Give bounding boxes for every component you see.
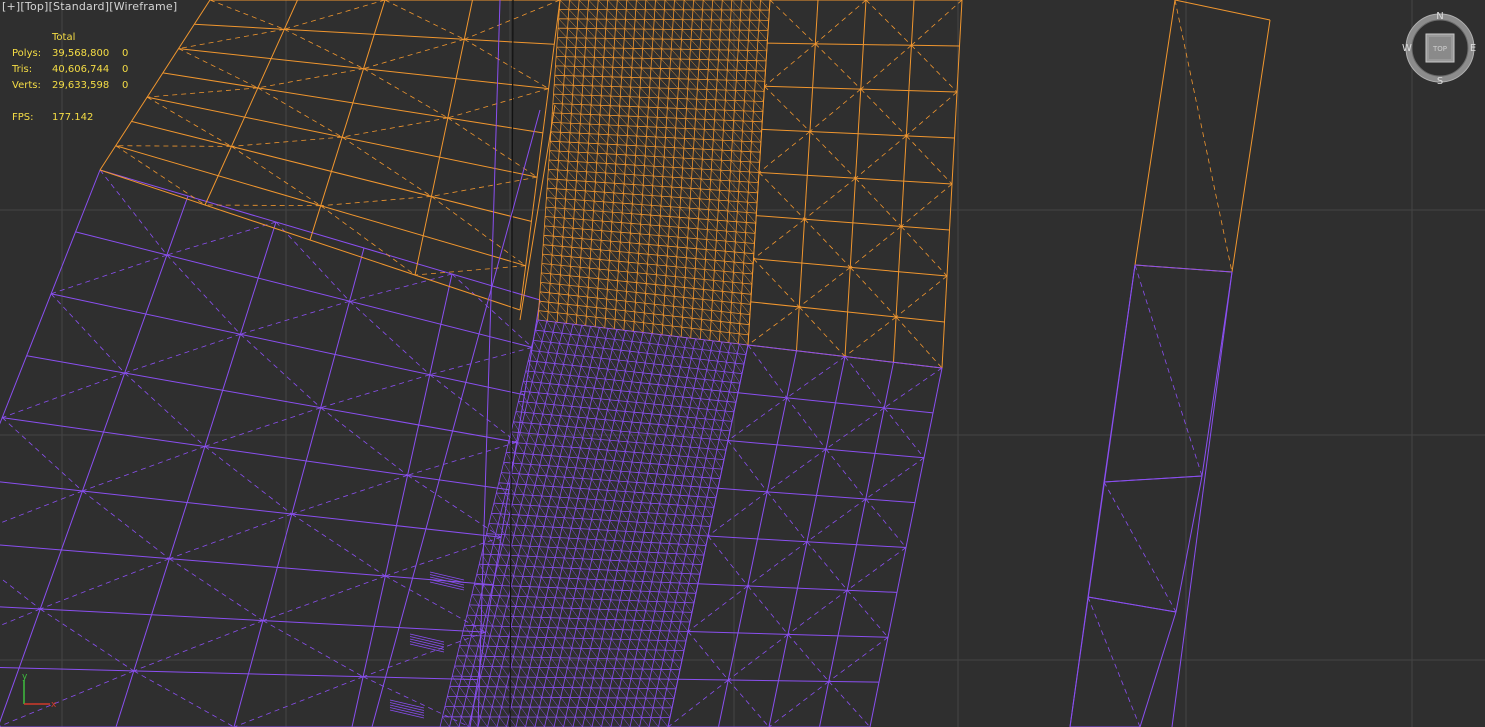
- stats-label: Polys:: [12, 48, 42, 59]
- stats-value: 29,633,598: [52, 80, 110, 91]
- viewcube-face-label: TOP: [1432, 45, 1447, 53]
- compass-south-label[interactable]: S: [1437, 76, 1443, 86]
- stats-value: 40,606,744: [52, 64, 110, 75]
- wireframe-scene[interactable]: [0, 0, 1485, 727]
- fps-label: FPS:: [12, 112, 34, 123]
- stats-header-total: Total: [52, 32, 76, 43]
- viewcube[interactable]: TOP N S E W: [1402, 10, 1478, 86]
- curb-details[interactable]: [389, 571, 465, 719]
- mesh-orange-upper-right[interactable]: [747, 0, 963, 369]
- stats-selected: 0: [122, 80, 129, 91]
- viewport-menu-plus[interactable]: [+]: [2, 0, 20, 13]
- axis-tripod: y x: [22, 672, 57, 710]
- axis-x-label: x: [51, 700, 57, 710]
- viewport-label: [+][Top][Standard][Wireframe]: [2, 0, 177, 13]
- mesh-right-barrier-purple-1[interactable]: [1103, 264, 1233, 483]
- mesh-purple-left[interactable]: [0, 169, 541, 727]
- viewport-shading-wireframe-menu[interactable]: [Wireframe]: [109, 0, 177, 13]
- mesh-purple-dense-strip[interactable]: [439, 319, 749, 727]
- stats-value: 39,568,800: [52, 48, 110, 59]
- axis-y-label: y: [22, 672, 28, 682]
- viewport-point-of-view-menu[interactable]: [Top]: [20, 0, 48, 13]
- viewport-shading-standard-menu[interactable]: [Standard]: [49, 0, 110, 13]
- mesh-right-barrier-purple-2[interactable]: [1087, 475, 1203, 613]
- mesh-right-barrier-orange[interactable]: [1134, 0, 1271, 273]
- right-barrier-edge[interactable]: [1069, 264, 1233, 727]
- stats-label: Tris:: [12, 64, 33, 75]
- compass-east-label[interactable]: E: [1470, 43, 1476, 54]
- mesh-orange-dense-strip[interactable]: [537, 0, 771, 346]
- fps-value: 177.142: [52, 112, 94, 123]
- top-viewport[interactable]: [+][Top][Standard][Wireframe] Total Poly…: [0, 0, 1485, 727]
- stats-selected: 0: [122, 48, 129, 59]
- stats-selected: 0: [122, 64, 129, 75]
- mesh-orange-upper-left[interactable]: [99, 0, 561, 311]
- compass-north-label[interactable]: N: [1436, 11, 1443, 22]
- compass-west-label[interactable]: W: [1402, 43, 1412, 54]
- stats-label: Verts:: [12, 80, 41, 91]
